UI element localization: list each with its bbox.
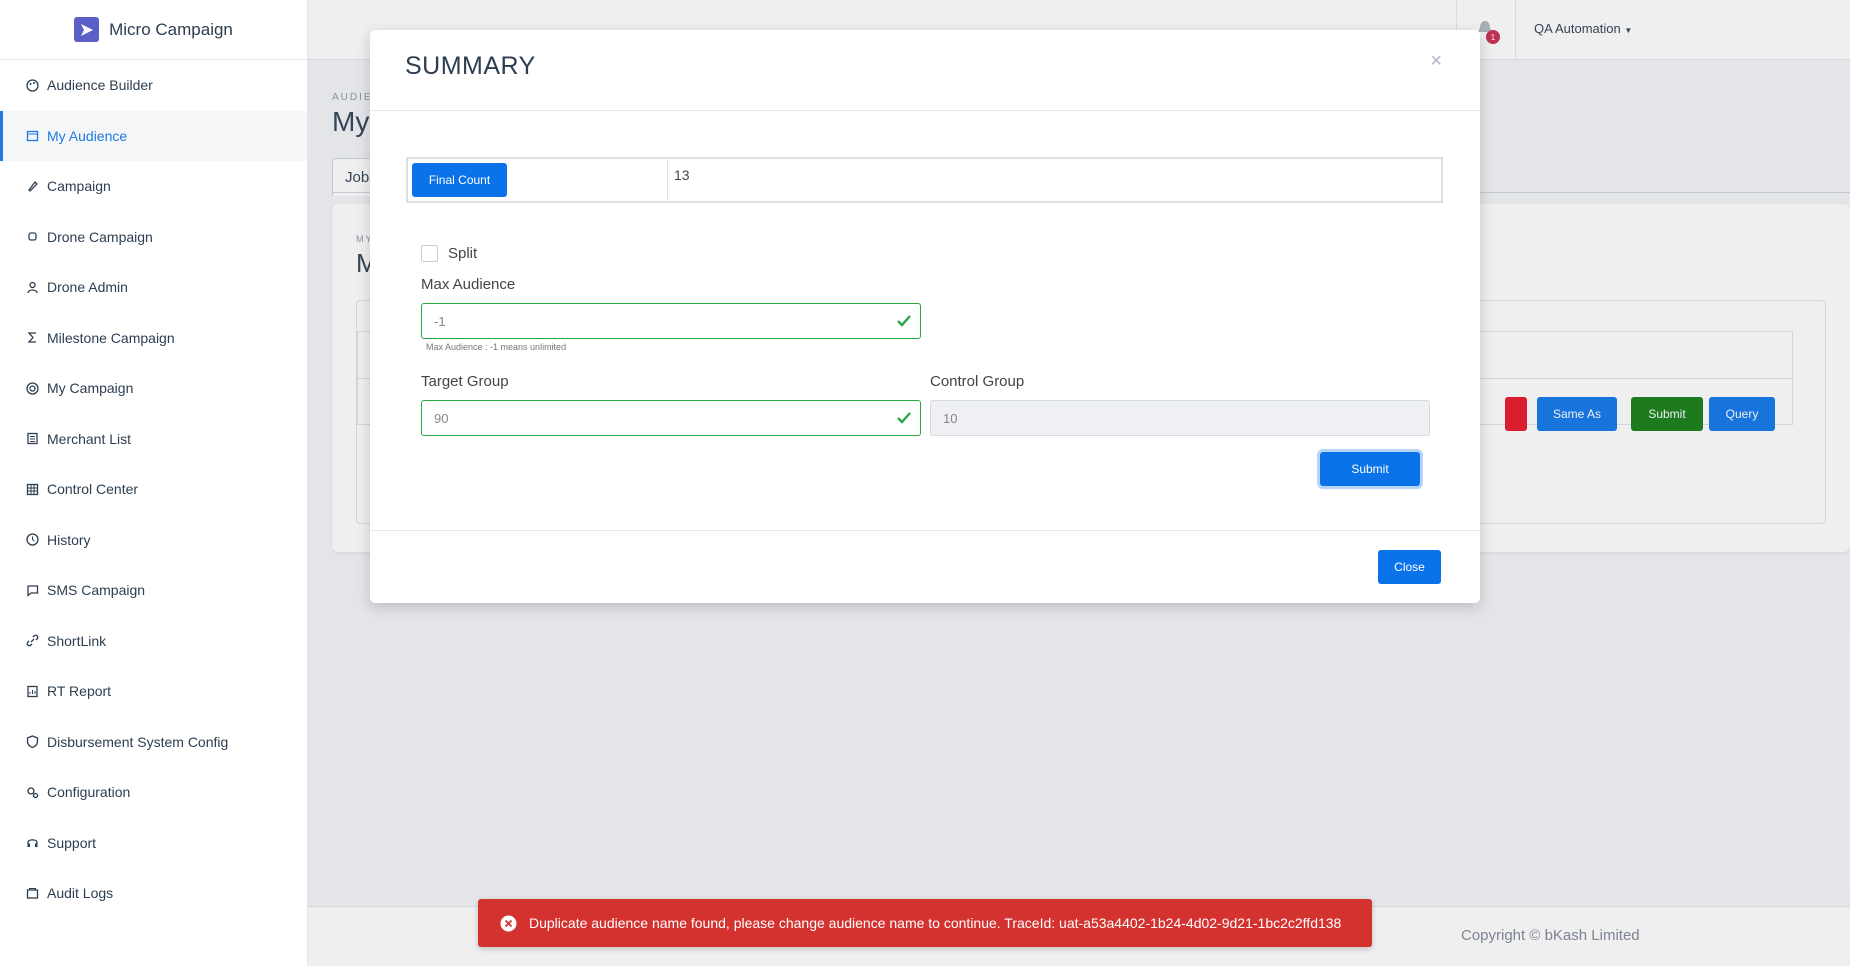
- sidebar-item-label: Milestone Campaign: [47, 329, 175, 346]
- sidebar-item-label: Drone Campaign: [47, 228, 153, 245]
- close-button[interactable]: Close: [1378, 550, 1441, 584]
- calendar-icon: [26, 129, 39, 142]
- sidebar-item-campaign[interactable]: Campaign: [0, 161, 307, 212]
- final-count-cell: Final Count: [408, 159, 668, 201]
- sidebar-item-label: My Campaign: [47, 380, 134, 397]
- sidebar-item-shortlink[interactable]: ShortLink: [0, 616, 307, 667]
- brand-name: Micro Campaign: [109, 19, 233, 39]
- target-group-input[interactable]: 90: [421, 400, 921, 436]
- sidebar-item-disbursement-system-config[interactable]: Disbursement System Config: [0, 717, 307, 768]
- sidebar-item-label: SMS Campaign: [47, 582, 146, 599]
- sidebar: Micro Campaign Audience Builder My Audien…: [0, 0, 308, 966]
- split-label: Split: [448, 245, 478, 262]
- sigma-icon: [26, 331, 39, 344]
- sidebar-item-label: Control Center: [47, 481, 139, 498]
- audit-icon: [26, 887, 39, 900]
- sidebar-item-label: History: [47, 531, 91, 548]
- max-audience-value: -1: [434, 313, 446, 329]
- toast-message: Duplicate audience name found, please ch…: [529, 915, 1342, 931]
- sidebar-item-audience-builder[interactable]: Audience Builder: [0, 60, 307, 111]
- modal-header: SUMMARY ×: [370, 30, 1480, 111]
- sidebar-item-rt-report[interactable]: RT Report: [0, 666, 307, 717]
- brand[interactable]: Micro Campaign: [0, 0, 307, 60]
- sidebar-item-audit-logs[interactable]: Audit Logs: [0, 868, 307, 919]
- sidebar-item-sms-campaign[interactable]: SMS Campaign: [0, 565, 307, 616]
- sidebar-item-drone-admin[interactable]: Drone Admin: [0, 262, 307, 313]
- drone-icon: [26, 230, 39, 243]
- paper-plane-logo-icon: [74, 17, 100, 42]
- max-audience-label: Max Audience: [421, 276, 516, 293]
- history-icon: [26, 533, 39, 546]
- max-audience-help: Max Audience : -1 means unlimited: [426, 342, 567, 352]
- sidebar-item-control-center[interactable]: Control Center: [0, 464, 307, 515]
- control-group-label: Control Group: [930, 373, 1025, 390]
- sidebar-item-my-audience[interactable]: My Audience: [0, 110, 307, 161]
- target-icon: [26, 382, 39, 395]
- message-icon: [26, 584, 39, 597]
- target-group-value: 90: [434, 410, 449, 426]
- summary-modal: SUMMARY × Final Count 13 Split Max Audie…: [370, 30, 1480, 603]
- sidebar-item-label: ShortLink: [47, 632, 107, 649]
- modal-title: SUMMARY: [405, 52, 536, 80]
- control-group-value: 10: [943, 410, 958, 426]
- rocket-icon: [26, 180, 39, 193]
- sidebar-item-label: RT Report: [47, 683, 112, 700]
- sidebar-item-support[interactable]: Support: [0, 818, 307, 869]
- sidebar-item-label: Support: [47, 834, 97, 851]
- sidebar-item-label: Merchant List: [47, 430, 132, 447]
- headset-icon: [26, 836, 39, 849]
- sidebar-item-configuration[interactable]: Configuration: [0, 767, 307, 818]
- user-icon: [26, 281, 39, 294]
- modal-footer-divider: [370, 530, 1480, 531]
- grid-icon: [26, 483, 39, 496]
- gears-icon: [26, 786, 39, 799]
- final-count-table: Final Count 13: [406, 157, 1443, 203]
- submit-button[interactable]: Submit: [1320, 452, 1420, 486]
- sidebar-item-merchant-list[interactable]: Merchant List: [0, 414, 307, 465]
- close-icon[interactable]: ×: [1430, 50, 1442, 73]
- sidebar-item-label: Audience Builder: [47, 77, 153, 94]
- sidebar-item-label: Drone Admin: [47, 279, 128, 296]
- final-count-value: 13: [674, 167, 690, 183]
- target-group-label: Target Group: [421, 373, 509, 390]
- split-checkbox[interactable]: [421, 245, 438, 262]
- sidebar-item-label: Campaign: [47, 178, 111, 195]
- sidebar-item-label: My Audience: [47, 127, 128, 144]
- final-count-button[interactable]: Final Count: [412, 163, 507, 197]
- sidebar-item-label: Audit Logs: [47, 885, 114, 902]
- sidebar-item-history[interactable]: History: [0, 515, 307, 566]
- link-icon: [26, 634, 39, 647]
- sidebar-item-drone-campaign[interactable]: Drone Campaign: [0, 212, 307, 263]
- split-row: Split: [421, 245, 477, 262]
- palette-icon: [26, 79, 39, 92]
- list-icon: [26, 432, 39, 445]
- error-circle-icon: [500, 915, 517, 931]
- sidebar-item-milestone-campaign[interactable]: Milestone Campaign: [0, 313, 307, 364]
- sidebar-nav: Audience Builder My Audience Campaign Drone…: [0, 60, 307, 919]
- sidebar-item-label: Disbursement System Config: [47, 733, 229, 750]
- sidebar-item-label: Configuration: [47, 784, 131, 801]
- report-icon: [26, 685, 39, 698]
- error-toast[interactable]: Duplicate audience name found, please ch…: [478, 899, 1372, 947]
- sidebar-item-my-campaign[interactable]: My Campaign: [0, 363, 307, 414]
- shield-icon: [26, 735, 39, 749]
- valid-check-icon: [897, 412, 911, 424]
- control-group-input: 10: [930, 400, 1430, 436]
- valid-check-icon: [897, 315, 911, 327]
- max-audience-input[interactable]: -1: [421, 303, 921, 339]
